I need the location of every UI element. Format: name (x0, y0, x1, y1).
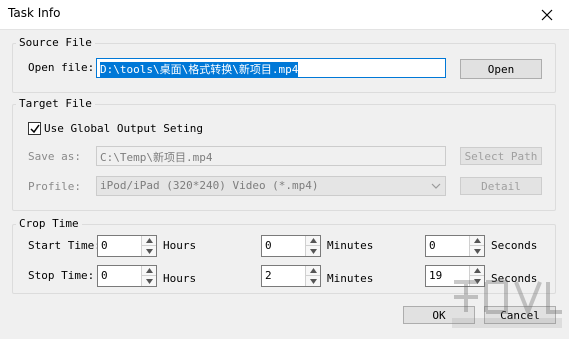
arrow-up-icon (309, 268, 317, 273)
stop-hours-value: 0 (101, 269, 108, 282)
open-file-label: Open file: (28, 61, 95, 74)
spin-down-button[interactable] (306, 246, 320, 256)
start-seconds-label: Seconds (491, 239, 538, 252)
start-hours-spinner[interactable]: 0 (97, 235, 157, 257)
spin-up-button[interactable] (142, 236, 156, 246)
crop-time-group-label: Crop Time (16, 217, 82, 230)
arrow-up-icon (145, 238, 153, 243)
stop-minutes-value: 2 (265, 269, 272, 282)
select-path-button[interactable]: Select Path (460, 147, 542, 165)
spin-up-button[interactable] (306, 236, 320, 246)
use-global-output-label: Use Global Output Seting (44, 122, 203, 135)
profile-label: Profile: (28, 180, 81, 193)
window-title: Task Info (8, 6, 61, 20)
save-as-value: C:\Temp\新项目.mp4 (100, 151, 213, 164)
start-seconds-spinner[interactable]: 0 (425, 235, 485, 257)
spin-up-button[interactable] (306, 266, 320, 276)
source-file-group-label: Source File (16, 36, 95, 49)
checkmark-icon (29, 124, 40, 133)
stop-seconds-value: 19 (429, 269, 443, 282)
close-button[interactable] (525, 0, 569, 30)
start-minutes-value: 0 (265, 239, 272, 252)
title-bar: Task Info (0, 0, 569, 30)
spin-up-button[interactable] (142, 266, 156, 276)
close-icon (541, 9, 553, 21)
arrow-down-icon (309, 248, 317, 254)
save-as-label: Save as: (28, 150, 81, 163)
target-file-group-label: Target File (16, 97, 95, 110)
use-global-output-checkbox[interactable] (28, 122, 41, 135)
arrow-up-icon (309, 238, 317, 243)
save-as-field[interactable]: C:\Temp\新项目.mp4 (96, 146, 446, 166)
chevron-down-icon (431, 183, 441, 189)
spin-up-button[interactable] (470, 236, 484, 246)
spin-down-button[interactable] (142, 246, 156, 256)
stop-time-label: Stop Time: (28, 269, 95, 282)
stop-minutes-label: Minutes (327, 272, 374, 285)
arrow-down-icon (309, 278, 317, 284)
profile-value: iPod/iPad (320*240) Video (*.mp4) (100, 179, 319, 192)
arrow-down-icon (145, 278, 153, 284)
stop-hours-spinner[interactable]: 0 (97, 265, 157, 287)
spin-down-button[interactable] (142, 276, 156, 286)
stop-minutes-spinner[interactable]: 2 (261, 265, 321, 287)
start-time-label: Start Time: (28, 239, 101, 252)
arrow-up-icon (145, 268, 153, 273)
start-minutes-label: Minutes (327, 239, 374, 252)
arrow-down-icon (473, 248, 481, 254)
open-file-input[interactable]: D:\tools\桌面\格式转换\新项目.mp4 (96, 58, 446, 78)
arrow-down-icon (145, 248, 153, 254)
spin-down-button[interactable] (306, 276, 320, 286)
start-hours-label: Hours (163, 239, 197, 252)
stop-hours-label: Hours (163, 272, 197, 285)
detail-button[interactable]: Detail (460, 177, 542, 195)
open-file-value: D:\tools\桌面\格式转换\新项目.mp4 (100, 62, 299, 77)
watermark-logo-icon (452, 280, 562, 328)
open-button[interactable]: Open (460, 59, 542, 79)
spin-down-button[interactable] (470, 246, 484, 256)
arrow-up-icon (473, 238, 481, 243)
start-minutes-spinner[interactable]: 0 (261, 235, 321, 257)
start-hours-value: 0 (101, 239, 108, 252)
start-seconds-value: 0 (429, 239, 436, 252)
profile-select[interactable]: iPod/iPad (320*240) Video (*.mp4) (96, 176, 446, 196)
